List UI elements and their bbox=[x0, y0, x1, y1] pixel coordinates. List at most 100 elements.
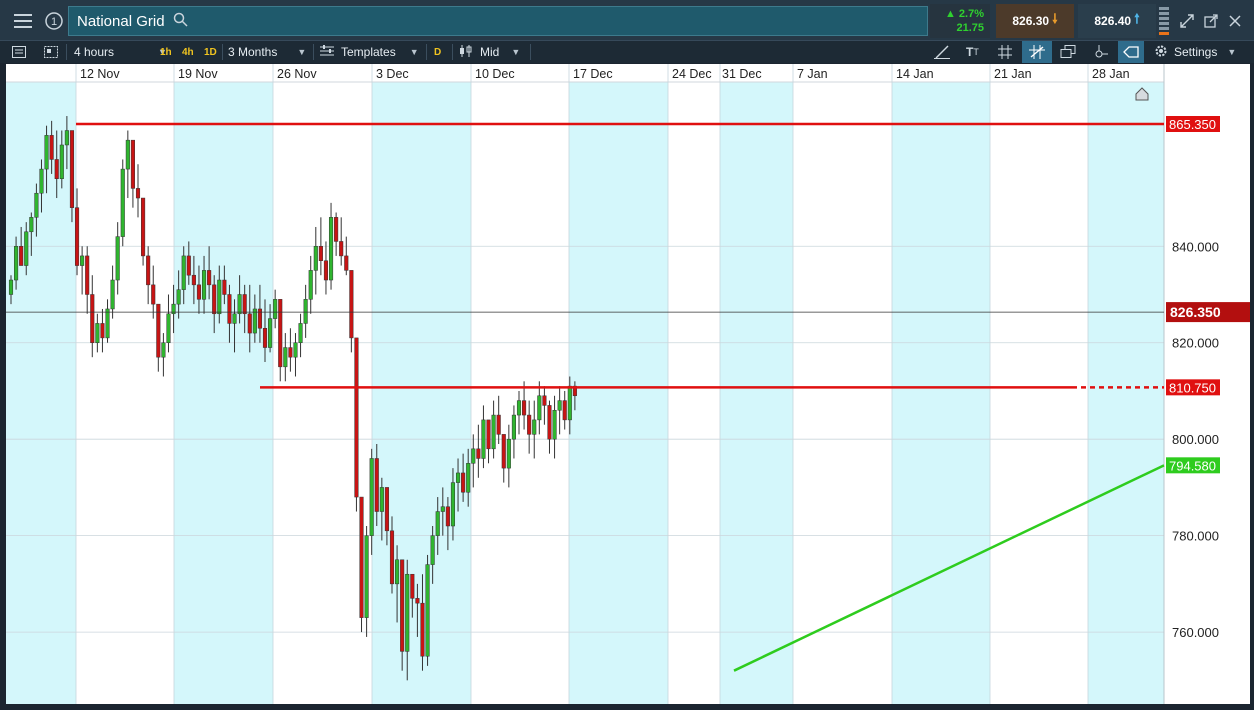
price-tick-label: 780.000 bbox=[1172, 529, 1219, 544]
buy-price: 826.40 bbox=[1094, 14, 1132, 28]
candle-down bbox=[141, 197, 146, 257]
current-price-tag: 826.350 bbox=[1170, 304, 1221, 320]
candle-up bbox=[80, 255, 85, 266]
candle-up bbox=[217, 279, 222, 315]
gear-icon bbox=[1154, 44, 1168, 61]
templates-dropdown[interactable]: Templates ▼ bbox=[320, 41, 419, 63]
candle-down bbox=[227, 294, 232, 324]
crosshair-toggle-icon[interactable] bbox=[1022, 41, 1052, 63]
candle-up bbox=[405, 573, 410, 652]
candle-down bbox=[90, 294, 95, 343]
text-tool-icon[interactable]: TT bbox=[966, 41, 979, 63]
price-chart[interactable]: 12 Nov 19 Nov 26 Nov 3 Dec 10 Dec 17 Dec 24 De… bbox=[6, 64, 1250, 704]
date-tick-label: 14 Jan bbox=[896, 67, 934, 81]
date-tick-label: 3 Dec bbox=[376, 67, 409, 81]
candle-up bbox=[369, 458, 374, 536]
candle-down bbox=[130, 139, 135, 189]
candle-up bbox=[120, 168, 125, 237]
candle-down bbox=[410, 573, 415, 599]
candle-up bbox=[313, 246, 318, 271]
candle-down bbox=[100, 323, 105, 339]
alert-icon[interactable] bbox=[1094, 41, 1108, 63]
layout-grid-icon[interactable] bbox=[44, 41, 58, 63]
close-icon[interactable] bbox=[1220, 6, 1250, 36]
candle-down bbox=[344, 255, 349, 271]
candle-down bbox=[527, 414, 532, 435]
date-tick-label: 10 Dec bbox=[475, 67, 515, 81]
candle-up bbox=[298, 323, 303, 343]
price-change-box: ▲ 2.7% 21.75 bbox=[930, 4, 990, 38]
candle-up bbox=[481, 419, 486, 459]
instrument-search-box[interactable]: National Grid bbox=[68, 6, 928, 36]
candle-down bbox=[384, 487, 389, 532]
info-icon[interactable]: 1 bbox=[39, 6, 69, 36]
draw-line-icon[interactable] bbox=[934, 41, 950, 63]
d-button[interactable]: D bbox=[434, 41, 441, 63]
menu-icon[interactable] bbox=[8, 6, 38, 36]
candle-down bbox=[349, 270, 354, 339]
interval-4h-label: 4h bbox=[182, 46, 194, 58]
candle-up bbox=[59, 144, 64, 179]
candle-up bbox=[232, 313, 237, 324]
candle-down bbox=[278, 299, 283, 368]
candle-up bbox=[430, 535, 435, 565]
layers-icon[interactable] bbox=[1060, 41, 1076, 63]
candle-up bbox=[532, 419, 537, 435]
chevron-down-icon: ▼ bbox=[1227, 47, 1237, 57]
grid-icon[interactable] bbox=[998, 41, 1012, 63]
top-bar: 1 National Grid ▲ 2.7% 21.75 826.30 🠗 82… bbox=[0, 0, 1254, 40]
candle-up bbox=[308, 270, 313, 300]
chart-toolbar: 4 hours ▼ 1h 4h 1D 3 Months ▼ Templates … bbox=[0, 40, 1254, 63]
candles-icon bbox=[459, 44, 473, 60]
resistance-price-tag: 865.350 bbox=[1169, 117, 1216, 132]
candle-down bbox=[135, 188, 141, 199]
candle-down bbox=[222, 279, 227, 295]
price-tick-label: 840.000 bbox=[1172, 239, 1219, 254]
candle-down bbox=[522, 400, 527, 416]
candle-up bbox=[455, 472, 461, 483]
up-arrow-icon: 🠕 bbox=[1134, 11, 1140, 26]
candle-down bbox=[374, 458, 379, 512]
templates-label: Templates bbox=[341, 45, 396, 59]
candle-down bbox=[49, 135, 54, 160]
candle-up bbox=[176, 289, 181, 305]
candle-down bbox=[445, 506, 450, 527]
candle-up bbox=[268, 318, 273, 348]
range-dropdown[interactable]: 3 Months ▼ bbox=[228, 41, 306, 63]
candle-down bbox=[288, 347, 293, 358]
candle-up bbox=[237, 294, 242, 315]
buy-price-button[interactable]: 826.40 🠕 bbox=[1078, 4, 1156, 38]
week-band bbox=[174, 82, 273, 704]
interval-4h-button[interactable]: 4h bbox=[182, 41, 194, 63]
date-tick-label: 21 Jan bbox=[994, 67, 1032, 81]
interval-1d-button[interactable]: 1D bbox=[204, 41, 217, 63]
settings-dropdown[interactable]: Settings ▼ bbox=[1154, 41, 1236, 63]
candle-up bbox=[34, 192, 39, 218]
candle-up bbox=[39, 168, 44, 194]
candle-down bbox=[354, 337, 359, 498]
candle-up bbox=[395, 559, 400, 585]
sell-price-button[interactable]: 826.30 🠗 bbox=[996, 4, 1074, 38]
candle-down bbox=[212, 284, 217, 315]
candle-down bbox=[562, 400, 567, 421]
candle-down bbox=[389, 530, 395, 585]
sell-price: 826.30 bbox=[1012, 14, 1050, 28]
list-view-icon[interactable] bbox=[12, 41, 26, 63]
price-label-toggle-icon[interactable] bbox=[1118, 41, 1144, 63]
candle-down bbox=[547, 405, 552, 440]
candle-up bbox=[8, 279, 14, 295]
search-icon[interactable] bbox=[173, 12, 188, 31]
candle-down bbox=[146, 255, 151, 286]
date-tick-label: 17 Dec bbox=[573, 67, 613, 81]
candle-up bbox=[328, 217, 334, 281]
candle-down bbox=[318, 246, 323, 261]
price-type-label: Mid bbox=[480, 45, 500, 59]
settings-label: Settings bbox=[1174, 45, 1218, 59]
interval-1h-button[interactable]: 1h bbox=[160, 41, 172, 63]
interval-dropdown[interactable]: 4 hours ▼ bbox=[74, 41, 167, 63]
chart-canvas[interactable]: 12 Nov 19 Nov 26 Nov 3 Dec 10 Dec 17 Dec 24 De… bbox=[6, 64, 1250, 704]
price-type-dropdown[interactable]: Mid ▼ bbox=[459, 41, 520, 63]
candle-down bbox=[69, 130, 75, 208]
candle-down bbox=[461, 472, 466, 493]
down-arrow-icon: 🠗 bbox=[1052, 11, 1058, 26]
